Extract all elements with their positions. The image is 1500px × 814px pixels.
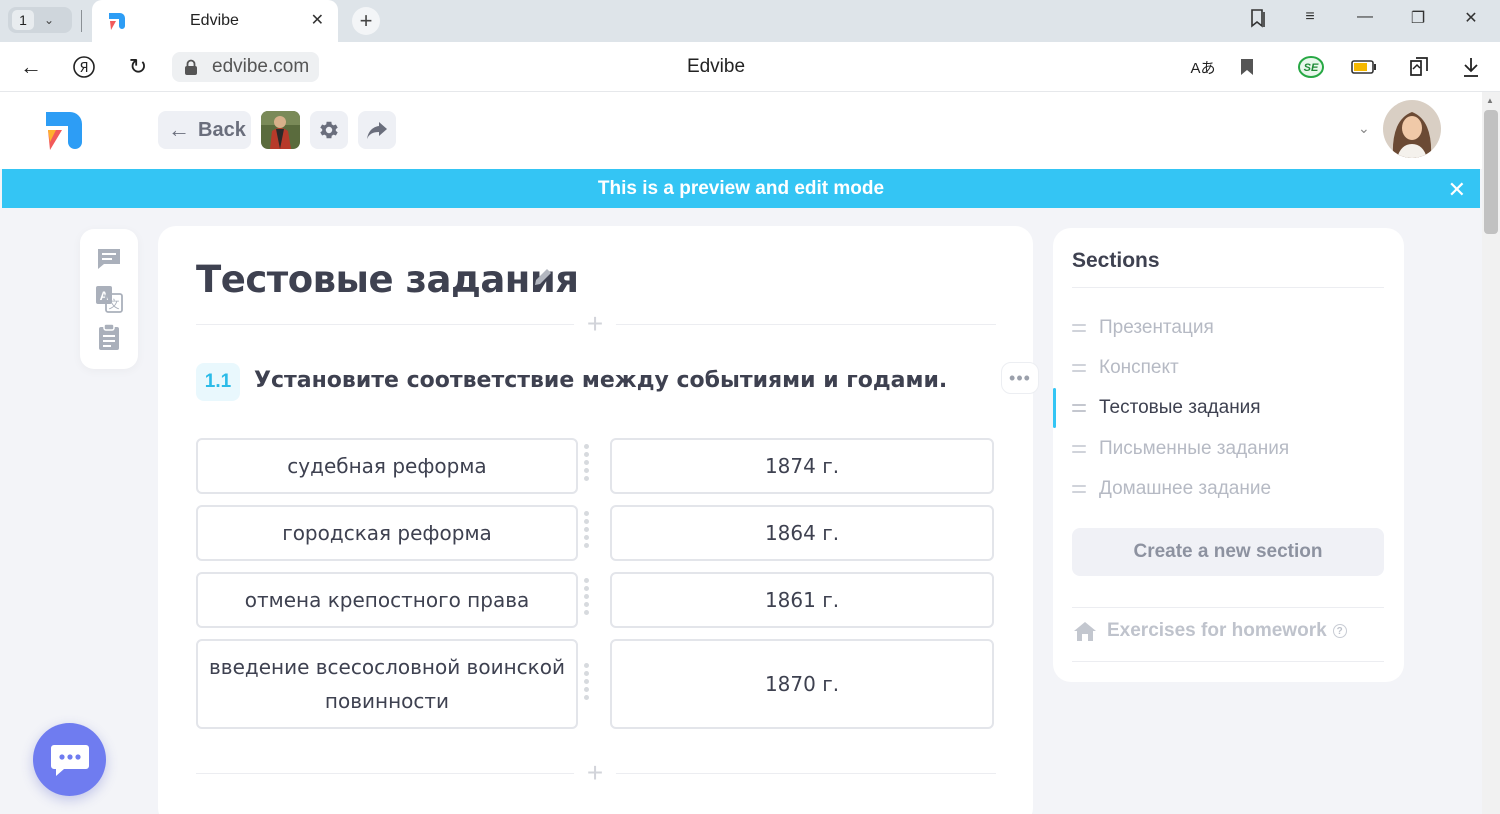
- translate-page-icon[interactable]: Aあ: [1190, 54, 1216, 80]
- drag-handle-icon[interactable]: [582, 444, 590, 481]
- sections-divider: [1072, 661, 1384, 662]
- share-button[interactable]: [358, 111, 396, 149]
- match-event-cell[interactable]: городская реформа: [196, 505, 578, 561]
- edvibe-logo-icon[interactable]: [38, 106, 86, 154]
- tab-title: Edvibe: [190, 12, 239, 29]
- settings-button[interactable]: [310, 111, 348, 149]
- active-section-indicator: [1053, 388, 1056, 428]
- browser-menu-icon[interactable]: ≡: [1298, 8, 1322, 26]
- tab-counter-button[interactable]: 1 ⌄: [8, 7, 72, 33]
- clipboard-icon[interactable]: [94, 322, 124, 352]
- match-row: городская реформа 1864 г.: [196, 505, 996, 561]
- chat-button[interactable]: [33, 723, 106, 796]
- sections-panel: Sections Презентация Конспект Тестовые з…: [1053, 228, 1404, 682]
- battery-extension-icon[interactable]: [1351, 54, 1377, 80]
- translate-icon[interactable]: A文: [94, 284, 124, 314]
- drag-handle-icon[interactable]: [582, 511, 590, 548]
- tools-panel: A文: [80, 229, 138, 369]
- sections-title: Sections: [1072, 249, 1160, 272]
- close-tab-icon[interactable]: ✕: [311, 10, 324, 30]
- tab-separator: [81, 10, 82, 32]
- course-thumbnail[interactable]: [261, 111, 300, 149]
- section-title: Тестовые задания: [196, 258, 579, 301]
- exercise-instruction: Установите соответствие между событиями …: [254, 368, 948, 393]
- drag-handle-icon[interactable]: [1072, 445, 1086, 453]
- match-row: введение всесословной воинской повинност…: [196, 639, 996, 729]
- drag-handle-icon[interactable]: [582, 663, 590, 700]
- exercise-more-options-button[interactable]: •••: [1001, 362, 1039, 394]
- preview-mode-banner: This is a preview and edit mode ✕: [2, 169, 1480, 208]
- back-button-label: Back: [198, 118, 246, 141]
- match-year-cell[interactable]: 1864 г.: [610, 505, 994, 561]
- bookmark-icon[interactable]: [1234, 54, 1260, 80]
- homework-exercises-link[interactable]: Exercises for homework ?: [1073, 620, 1347, 642]
- section-item[interactable]: Письменные задания: [1072, 434, 1289, 464]
- svg-text:文: 文: [109, 297, 120, 311]
- drag-handle-icon[interactable]: [582, 578, 590, 615]
- scroll-up-arrow-icon[interactable]: ▲: [1486, 96, 1494, 105]
- match-row: судебная реформа 1874 г.: [196, 438, 996, 494]
- section-item-label: Конспект: [1099, 357, 1179, 378]
- sections-divider: [1072, 287, 1384, 288]
- help-icon[interactable]: ?: [1332, 624, 1347, 638]
- match-event-cell[interactable]: судебная реформа: [196, 438, 578, 494]
- section-item[interactable]: Презентация: [1072, 313, 1214, 343]
- edit-pencil-icon[interactable]: [532, 266, 554, 288]
- minimize-window-icon[interactable]: —: [1353, 8, 1377, 26]
- match-row: отмена крепостного права 1861 г.: [196, 572, 996, 628]
- create-section-button[interactable]: Create a new section: [1072, 528, 1384, 576]
- comment-icon[interactable]: [94, 244, 124, 274]
- browser-address-bar: ← Я ↻ edvibe.com Edvibe Aあ SE: [0, 42, 1500, 92]
- collections-icon[interactable]: [1246, 8, 1270, 33]
- svg-text:A: A: [100, 289, 109, 303]
- close-window-icon[interactable]: ✕: [1459, 8, 1483, 28]
- preview-banner-text: This is a preview and edit mode: [597, 177, 885, 199]
- match-event-cell[interactable]: отмена крепостного права: [196, 572, 578, 628]
- settings-icon: [320, 121, 338, 139]
- match-year-cell[interactable]: 1861 г.: [610, 572, 994, 628]
- drag-handle-icon[interactable]: [1072, 364, 1086, 372]
- drag-handle-icon[interactable]: [1072, 404, 1086, 412]
- back-arrow-icon: ←: [168, 117, 190, 142]
- section-item[interactable]: Конспект: [1072, 353, 1179, 383]
- back-button[interactable]: ← Back: [158, 111, 251, 149]
- add-block-button[interactable]: +: [574, 303, 616, 345]
- exercise-number-badge: 1.1: [196, 363, 240, 401]
- seo-extension-icon[interactable]: SE: [1298, 54, 1324, 80]
- home-icon: [1074, 622, 1096, 641]
- page-title: Edvibe: [686, 56, 746, 77]
- close-banner-icon[interactable]: ✕: [1448, 177, 1466, 203]
- browser-tab[interactable]: Edvibe ✕: [92, 0, 338, 42]
- user-menu-chevron-icon[interactable]: ⌄: [1358, 120, 1370, 137]
- homework-label: Exercises for homework: [1107, 620, 1327, 641]
- drag-handle-icon[interactable]: [1072, 485, 1086, 493]
- section-item-label: Презентация: [1099, 317, 1214, 338]
- tab-count: 1: [12, 10, 34, 30]
- page-scrollbar-thumb[interactable]: [1484, 110, 1498, 234]
- section-item-active[interactable]: Тестовые задания: [1072, 393, 1261, 423]
- section-item-label: Домашнее задание: [1099, 478, 1272, 499]
- app-header: ← Back ⌄: [0, 92, 1482, 169]
- drag-handle-icon[interactable]: [1072, 324, 1086, 332]
- section-item-label: Письменные задания: [1099, 438, 1290, 459]
- sections-divider: [1072, 607, 1384, 608]
- edvibe-favicon-icon: [109, 13, 125, 30]
- match-event-cell[interactable]: введение всесословной воинской повинност…: [196, 639, 578, 729]
- match-year-cell[interactable]: 1874 г.: [610, 438, 994, 494]
- svg-text:SE: SE: [1304, 62, 1319, 74]
- match-year-cell[interactable]: 1870 г.: [610, 639, 994, 729]
- restore-window-icon[interactable]: ❐: [1406, 8, 1430, 28]
- user-avatar[interactable]: [1383, 100, 1441, 158]
- chevron-down-icon: ⌄: [44, 13, 55, 27]
- lesson-content-card: Тестовые задания + 1.1 Установите соотве…: [158, 226, 1039, 814]
- add-block-button[interactable]: +: [574, 752, 616, 794]
- section-item-label: Тестовые задания: [1099, 397, 1261, 418]
- section-item[interactable]: Домашнее задание: [1072, 474, 1271, 504]
- share-icon: [367, 122, 387, 139]
- chat-icon: [50, 744, 89, 776]
- browser-tab-bar: 1 ⌄ Edvibe ✕ + ≡ — ❐ ✕: [0, 0, 1500, 42]
- screenshot-extension-icon[interactable]: [1406, 54, 1432, 80]
- download-icon[interactable]: [1458, 54, 1484, 80]
- new-tab-button[interactable]: +: [352, 7, 380, 35]
